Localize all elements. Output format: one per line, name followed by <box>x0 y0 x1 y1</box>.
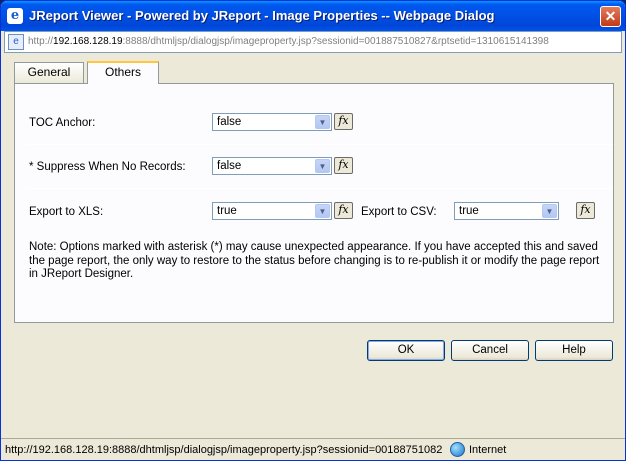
chevron-down-icon[interactable]: ▼ <box>315 204 330 218</box>
page-icon: e <box>8 34 24 50</box>
export-xls-label: Export to XLS: <box>29 206 104 218</box>
dialog-window: e JReport Viewer - Powered by JReport - … <box>0 0 626 461</box>
suppress-label: * Suppress When No Records: <box>29 161 186 173</box>
ie-icon: e <box>7 8 23 24</box>
export-xls-select[interactable]: true ▼ <box>212 202 332 220</box>
others-panel: TOC Anchor: false ▼ fx * Suppress When N… <box>14 83 614 323</box>
chevron-down-icon[interactable]: ▼ <box>542 204 557 218</box>
toc-anchor-fx-button[interactable]: fx <box>334 113 353 130</box>
status-url: http://192.168.128.19:8888/dhtmljsp/dial… <box>5 444 443 456</box>
toc-anchor-select[interactable]: false ▼ <box>212 113 332 131</box>
export-xls-fx-button[interactable]: fx <box>334 202 353 219</box>
status-bar: http://192.168.128.19:8888/dhtmljsp/dial… <box>1 438 625 460</box>
suppress-fx-button[interactable]: fx <box>334 157 353 174</box>
tab-others[interactable]: Others <box>87 61 159 84</box>
toc-anchor-label: TOC Anchor: <box>29 117 96 129</box>
cancel-button[interactable]: Cancel <box>451 340 529 361</box>
address-bar: e http://192.168.128.19:8888/dhtmljsp/di… <box>4 31 622 53</box>
title-bar[interactable]: e JReport Viewer - Powered by JReport - … <box>1 1 625 31</box>
security-zone: Internet <box>469 444 507 456</box>
suppress-select[interactable]: false ▼ <box>212 157 332 175</box>
globe-icon <box>450 442 465 457</box>
chevron-down-icon[interactable]: ▼ <box>315 159 330 173</box>
ok-button[interactable]: OK <box>367 340 445 361</box>
export-csv-select[interactable]: true ▼ <box>454 202 559 220</box>
export-csv-fx-button[interactable]: fx <box>576 202 595 219</box>
divider <box>27 144 613 145</box>
tab-general[interactable]: General <box>14 62 84 83</box>
note-text: Note: Options marked with asterisk (*) m… <box>29 241 600 280</box>
export-csv-label: Export to CSV: <box>361 206 437 218</box>
close-button[interactable]: ✕ <box>600 6 621 27</box>
help-button[interactable]: Help <box>535 340 613 361</box>
chevron-down-icon[interactable]: ▼ <box>315 115 330 129</box>
divider <box>27 188 613 189</box>
address-url: http://192.168.128.19:8888/dhtmljsp/dial… <box>28 36 549 47</box>
window-title: JReport Viewer - Powered by JReport - Im… <box>29 8 495 23</box>
